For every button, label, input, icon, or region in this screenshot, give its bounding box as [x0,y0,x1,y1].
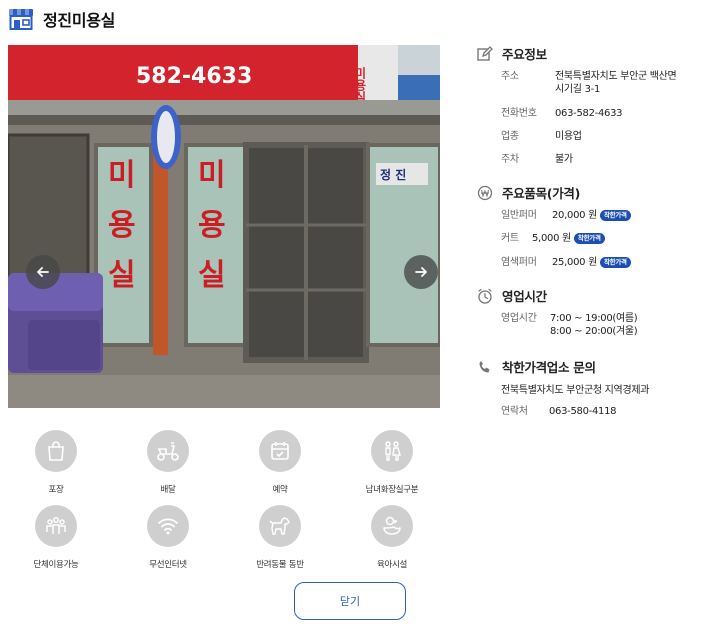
hours-winter: 8:00 ~ 20:00(겨울) [550,326,638,337]
good-price-badge: 착한가격 [599,257,631,268]
takeout-bag-icon [35,430,77,472]
good-price-badge: 착한가격 [599,210,631,221]
main-info-header: 주요정보 [476,44,547,63]
category-value: 미용업 [555,131,582,142]
price-item-price: 5,000 원 [532,233,571,244]
window-left-char-1: 미 [108,158,136,193]
amenity-label: 육아시설 [376,560,408,570]
close-button[interactable]: 닫기 [294,582,406,620]
won-icon [476,184,494,202]
amenity-label: 단체이용가능 [33,560,79,570]
amenity-restroom: 남녀화장실구분 [336,430,448,495]
contact-org: 전북특별자치도 부안군청 지역경제과 [501,385,650,396]
arrow-right-icon [415,267,427,277]
price-item-name: 일반퍼머 [501,210,537,221]
store-header: 정진미용실 [8,6,115,32]
address-line2: 시기길 3-1 [555,84,601,95]
restroom-icon [371,430,413,472]
clock-icon [476,287,494,305]
prev-photo-button[interactable] [26,255,60,289]
amenity-pet: 반려동물 동반 [224,505,336,570]
address-row: 주소 전북특별자치도 부안군 백산면 시기길 3-1 [501,70,677,96]
contact-phone-label: 연락처 [501,406,528,417]
good-price-badge: 착한가격 [573,233,605,244]
phone-icon [476,358,494,376]
contact-header: 착한가격업소 문의 [476,357,596,376]
calendar-check-icon [259,430,301,472]
window-left-char-2: 용 [108,208,136,243]
amenity-label: 예약 [272,485,288,495]
sign-suffix-text: 미용실 [353,66,367,104]
group-icon [35,505,77,547]
amenity-takeout: 포장 [0,430,112,495]
contact-phone-row: 연락처 063-580-4118 [501,405,617,418]
address-label: 주소 [501,71,519,82]
category-label: 업종 [501,131,519,142]
section-title: 착한가격업소 문의 [502,360,596,375]
amenity-delivery: 배달 [112,430,224,495]
storefront-image: 582-4633 미용실 정 진 미 용 실 미 용 실 [8,45,440,408]
hours-header: 영업시간 [476,286,547,305]
window-sticker-text: 정 진 [380,167,406,182]
window-right-char-1: 미 [198,158,226,193]
address-value: 전북특별자치도 부안군 백산면 시기길 3-1 [555,70,677,96]
section-title: 주요품목(가격) [502,186,581,201]
hours-summer: 7:00 ~ 19:00(여름) [550,313,638,324]
section-title: 영업시간 [502,289,547,304]
price-item: 일반퍼머 20,000 원 착한가격 [501,209,631,222]
amenity-label: 포장 [48,485,64,495]
amenity-label: 남녀화장실구분 [365,485,419,495]
arrow-left-icon [37,267,49,277]
price-item-price: 20,000 원 [552,210,597,221]
phone-value[interactable]: 063-582-4633 [555,107,623,120]
amenity-reservation: 예약 [224,430,336,495]
next-photo-button[interactable] [404,255,438,289]
baby-duck-icon [371,505,413,547]
window-right-char-2: 용 [198,208,226,243]
items-header: 주요품목(가격) [476,183,580,202]
parking-row: 주차 불가 [501,153,573,166]
price-item-name: 커트 [501,233,519,244]
price-item-price: 25,000 원 [552,257,597,268]
hours-label: 영업시간 [501,313,537,324]
amenity-wifi: 무선인터넷 [112,505,224,570]
price-item-name: 염색퍼머 [501,257,537,268]
phone-row: 전화번호 063-582-4633 [501,107,623,120]
amenity-group: 단체이용가능 [0,505,112,570]
amenity-label: 배달 [160,485,176,495]
phone-label: 전화번호 [501,108,537,119]
store-icon [9,9,33,30]
amenity-childcare: 육아시설 [336,505,448,570]
hours-row: 영업시간 7:00 ~ 19:00(여름) 8:00 ~ 20:00(겨울) [501,312,638,338]
amenity-label: 무선인터넷 [149,560,187,570]
section-title: 주요정보 [502,47,547,62]
contact-phone-value[interactable]: 063-580-4118 [549,405,617,418]
pet-dog-icon [259,505,301,547]
sign-phone-text: 582-4633 [136,64,252,89]
price-item: 커트 5,000 원 착한가격 [501,232,605,245]
amenity-label: 반려동물 동반 [256,560,304,570]
window-left-char-3: 실 [108,258,136,293]
delivery-scooter-icon [147,430,189,472]
parking-value: 불가 [555,154,573,165]
parking-label: 주차 [501,154,519,165]
category-row: 업종 미용업 [501,130,582,143]
address-line1: 전북특별자치도 부안군 백산면 [555,71,677,82]
wifi-icon [147,505,189,547]
page-title: 정진미용실 [43,11,116,30]
window-right-char-3: 실 [198,258,226,293]
edit-note-icon [476,45,494,63]
store-photo: 582-4633 미용실 정 진 미 용 실 미 용 실 [8,45,440,408]
price-item: 염색퍼머 25,000 원 착한가격 [501,256,631,269]
